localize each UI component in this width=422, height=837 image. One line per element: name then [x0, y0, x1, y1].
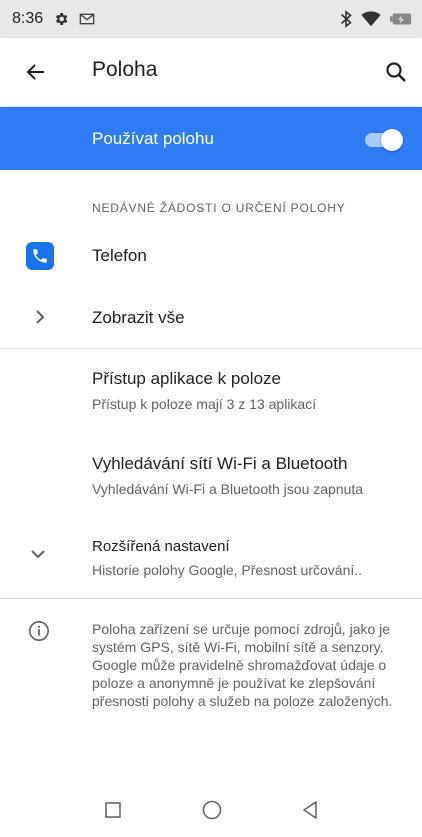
page-title: Poloha	[92, 58, 158, 81]
status-bar: 8:36	[0, 0, 422, 38]
setting-summary: Přístup k poloze mají 3 z 13 aplikací	[92, 396, 317, 412]
setting-summary: Vyhledávání Wi-Fi a Bluetooth jsou zapnu…	[92, 481, 364, 497]
info-icon	[29, 621, 49, 641]
system-nav-bar	[0, 781, 422, 837]
location-info-text: Poloha zařízení se určuje pomocí zdrojů,…	[92, 621, 393, 709]
search-icon[interactable]	[384, 60, 408, 84]
app-bar: Poloha	[0, 38, 422, 106]
setting-title: Přístup aplikace k poloze	[92, 369, 281, 388]
toggle-switch[interactable]	[381, 129, 403, 151]
see-all-label: Zobrazit vše	[92, 308, 185, 327]
wifi-icon	[361, 11, 381, 27]
setting-summary: Historie polohy Google, Přesnost určován…	[92, 562, 363, 578]
use-location-switch-row[interactable]: Používat polohu	[0, 107, 422, 170]
home-button-icon[interactable]	[202, 800, 222, 820]
battery-icon	[390, 13, 412, 25]
settings-icon	[56, 13, 68, 25]
arrow-back-icon[interactable]	[24, 60, 48, 84]
chevron-right-icon	[36, 310, 45, 324]
phone-icon	[26, 242, 54, 270]
use-location-label: Používat polohu	[92, 129, 214, 148]
chevron-down-icon	[31, 550, 45, 559]
recent-app-label: Telefon	[92, 246, 147, 265]
recent-requests-header: NEDÁVNÉ ŽÁDOSTI O URČENÍ POLOHY	[92, 201, 346, 215]
recents-button-icon[interactable]	[105, 802, 121, 818]
divider	[0, 598, 422, 599]
setting-title: Vyhledávání sítí Wi-Fi a Bluetooth	[92, 454, 348, 473]
back-button-icon[interactable]	[302, 801, 318, 819]
bluetooth-icon	[340, 10, 352, 28]
status-time: 8:36	[12, 10, 44, 27]
divider	[0, 348, 422, 349]
setting-title: Rozšířená nastavení	[92, 538, 230, 555]
gmail-icon	[79, 13, 95, 25]
